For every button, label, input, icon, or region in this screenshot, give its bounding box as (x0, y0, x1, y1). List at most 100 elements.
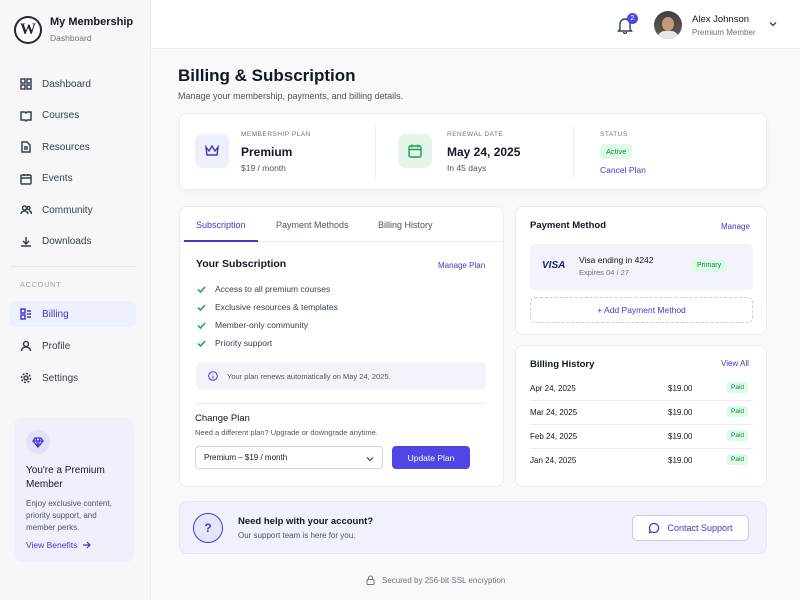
calendar-icon (398, 134, 432, 168)
avatar[interactable] (654, 11, 682, 39)
plan-select-value: Premium – $19 / month (204, 453, 288, 462)
ssl-notice: Secured by 256-bit SSL encryption (366, 575, 505, 585)
change-plan-subtitle: Need a different plan? Upgrade or downgr… (195, 428, 378, 437)
download-icon (21, 236, 31, 247)
user-name: Alex Johnson (692, 14, 750, 25)
sidebar-item-billing[interactable]: Billing (10, 301, 136, 327)
plan-select[interactable]: Premium – $19 / month (195, 446, 383, 469)
sidebar-item-label: Profile (42, 340, 71, 352)
crown-icon (195, 134, 229, 168)
brand[interactable]: W My Membership Dashboard (14, 15, 133, 45)
sidebar-item-label: Downloads (42, 236, 92, 248)
sidebar-item-label: Courses (42, 110, 80, 122)
plan-price: $19 / month (241, 163, 286, 173)
change-plan-title: Change Plan (195, 413, 250, 424)
sidebar-item-label: Events (42, 173, 73, 185)
manage-plan-link[interactable]: Manage Plan (438, 261, 485, 270)
renewal-date: May 24, 2025 (447, 145, 521, 159)
table-row[interactable]: Feb 24, 2025 $19.00 Paid (530, 425, 753, 449)
check-icon (197, 321, 206, 329)
status-badge: Paid (727, 406, 749, 417)
card-number: Visa ending in 4242 (579, 255, 654, 265)
billing-icon (20, 308, 31, 320)
row-amount: $19.00 (668, 384, 693, 393)
nav-section-label: ACCOUNT (20, 280, 62, 289)
chevron-down-icon (366, 457, 374, 462)
user-icon (20, 340, 32, 352)
billing-history-card: Billing History View All Apr 24, 2025 $1… (515, 345, 767, 487)
status-badge: Paid (727, 430, 749, 441)
payment-method-title: Payment Method (530, 220, 607, 231)
row-date: Jan 24, 2025 (530, 456, 577, 465)
status-badge: Active (600, 144, 633, 159)
topbar: 2 Alex Johnson Premium Member (151, 0, 800, 49)
renewal-label: RENEWAL DATE (447, 131, 504, 138)
saved-card[interactable]: VISA Visa ending in 4242 Expires 04 / 27… (530, 244, 753, 290)
sidebar-item-settings[interactable]: Settings (10, 365, 136, 391)
row-date: Mar 24, 2025 (530, 408, 578, 417)
sidebar-item-profile[interactable]: Profile (10, 333, 136, 359)
billing-history-list: Apr 24, 2025 $19.00 Paid Mar 24, 2025 $1… (516, 377, 766, 482)
tab-payment-methods[interactable]: Payment Methods (276, 220, 349, 230)
table-row[interactable]: Jan 24, 2025 $19.00 Paid (530, 449, 753, 473)
tab-billing-history[interactable]: Billing History (378, 220, 433, 230)
document-icon (21, 141, 31, 153)
feature-item: Exclusive resources & templates (197, 302, 338, 312)
brand-title: My Membership (50, 16, 134, 28)
arrow-right-icon (83, 541, 92, 549)
renewal-countdown: In 45 days (447, 163, 487, 173)
update-plan-button[interactable]: Update Plan (392, 446, 470, 469)
chevron-down-icon[interactable] (769, 20, 777, 28)
add-payment-method-button[interactable]: + Add Payment Method (530, 297, 753, 323)
plan-label: MEMBERSHIP PLAN (241, 131, 311, 138)
diamond-icon (26, 430, 50, 454)
tab-subscription[interactable]: Subscription (196, 220, 246, 230)
row-amount: $19.00 (668, 456, 693, 465)
help-subtitle: Our support team is here for you. (238, 531, 356, 540)
view-benefits-link[interactable]: View Benefits (26, 540, 92, 550)
help-banner: ? Need help with your account? Our suppo… (179, 501, 767, 554)
primary-badge: Primary (691, 259, 728, 272)
info-icon (208, 371, 218, 381)
table-row[interactable]: Apr 24, 2025 $19.00 Paid (530, 377, 753, 401)
subscription-title: Your Subscription (196, 258, 287, 270)
sidebar-item-label: Settings (42, 372, 79, 384)
row-amount: $19.00 (668, 432, 693, 441)
feature-item: Access to all premium courses (197, 284, 330, 294)
sidebar-item-events[interactable]: Events (10, 166, 136, 192)
promo-text: Enjoy exclusive content, priority suppor… (26, 499, 112, 532)
sidebar-item-downloads[interactable]: Downloads (10, 229, 136, 255)
sidebar-item-courses[interactable]: Courses (10, 103, 136, 129)
sidebar-item-label: Billing (42, 308, 69, 320)
view-all-link[interactable]: View All (721, 359, 749, 368)
nav-divider (10, 266, 136, 267)
manage-payment-link[interactable]: Manage (721, 222, 750, 231)
sidebar-item-resources[interactable]: Resources (10, 134, 136, 160)
feature-text: Exclusive resources & templates (215, 302, 338, 312)
brand-subtitle: Dashboard (50, 33, 92, 43)
check-icon (197, 339, 206, 347)
sidebar-item-dashboard[interactable]: Dashboard (10, 71, 136, 97)
renewal-notice-text: Your plan renews automatically on May 24… (227, 371, 391, 381)
subscription-card: Subscription Payment Methods Billing His… (179, 206, 504, 487)
renewal-notice: Your plan renews automatically on May 24… (196, 362, 486, 390)
main-nav: Dashboard Courses Resources Events Commu… (10, 71, 136, 255)
book-icon (20, 110, 32, 122)
contact-support-button[interactable]: Contact Support (632, 515, 749, 541)
wordpress-logo-icon: W (14, 16, 42, 44)
row-date: Apr 24, 2025 (530, 384, 576, 393)
summary-divider (573, 126, 574, 178)
check-icon (197, 285, 206, 293)
help-title: Need help with your account? (238, 516, 374, 527)
table-row[interactable]: Mar 24, 2025 $19.00 Paid (530, 401, 753, 425)
chat-icon (649, 522, 660, 534)
sidebar-item-community[interactable]: Community (10, 197, 136, 223)
feature-text: Priority support (215, 338, 273, 348)
row-date: Feb 24, 2025 (530, 432, 578, 441)
summary-divider (375, 126, 376, 178)
help-question-icon: ? (193, 513, 223, 543)
sidebar: W My Membership Dashboard Dashboard Cour… (0, 0, 151, 600)
page-subtitle: Manage your membership, payments, and bi… (178, 91, 404, 101)
cancel-plan-link[interactable]: Cancel Plan (600, 165, 646, 175)
contact-support-label: Contact Support (667, 523, 733, 533)
